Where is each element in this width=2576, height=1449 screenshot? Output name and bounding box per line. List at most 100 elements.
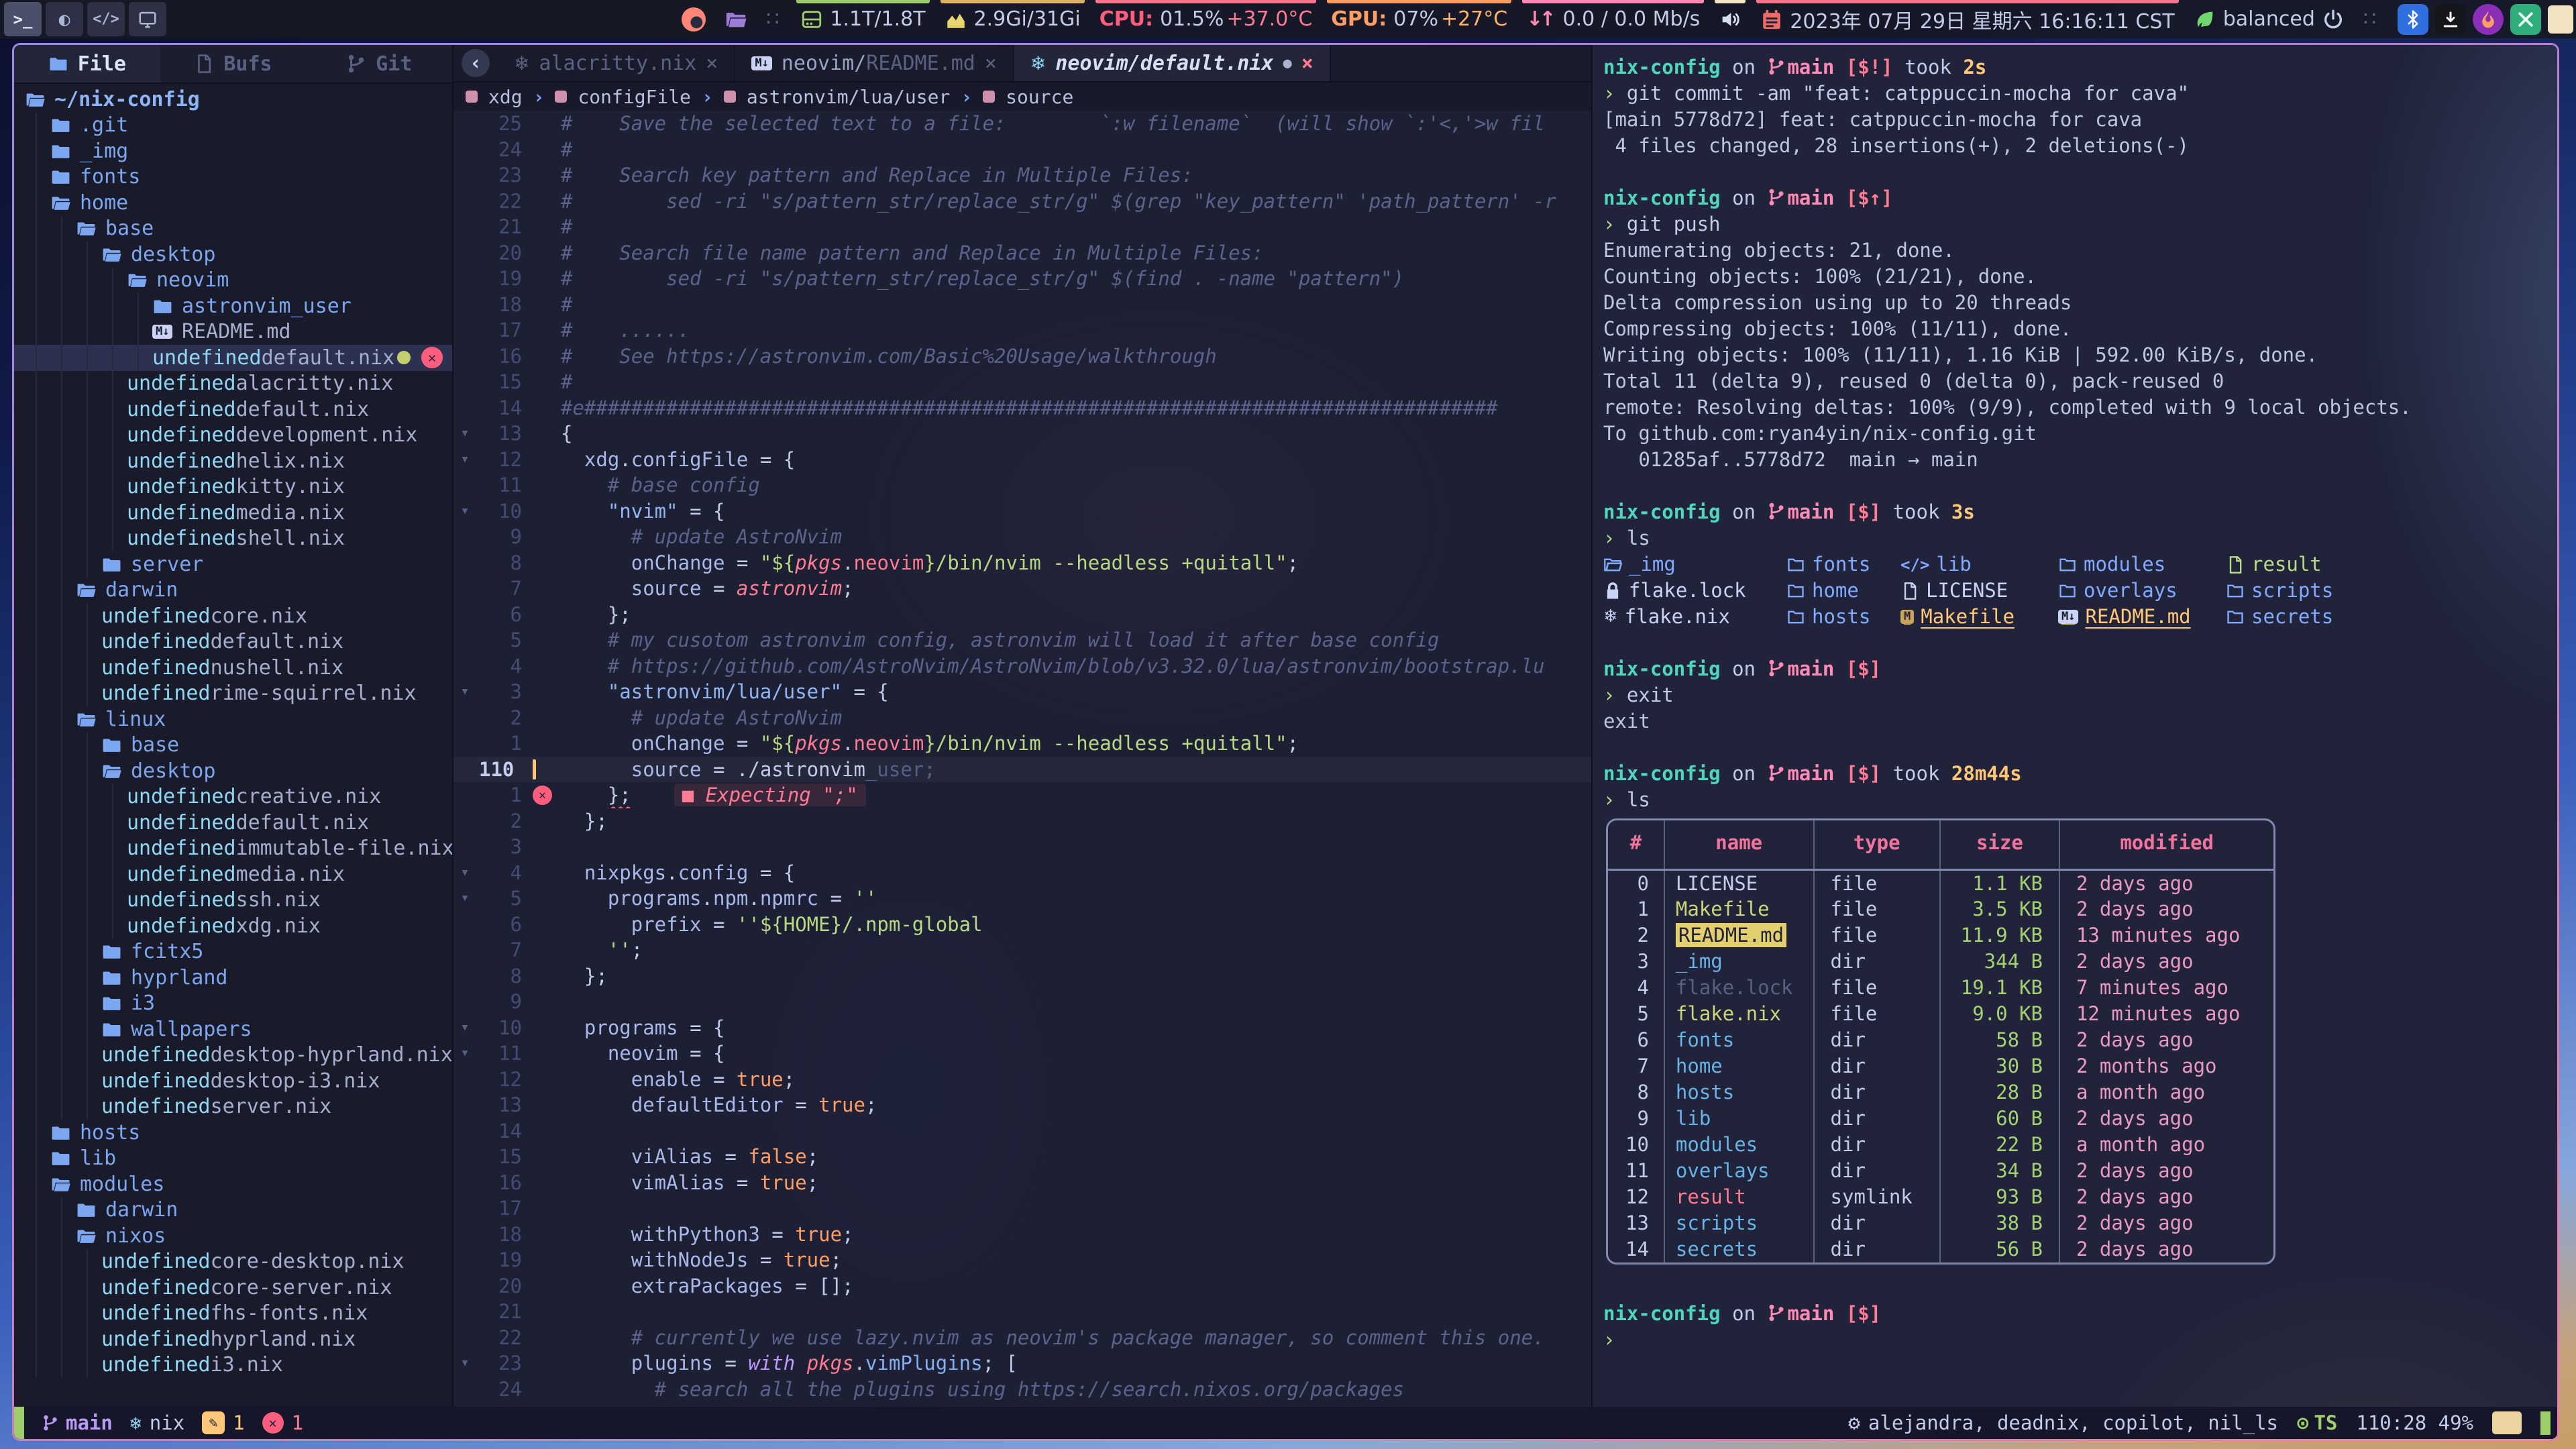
code-line[interactable]: 6 };: [453, 602, 1591, 628]
tree-item-desktop-hyprland.nix[interactable]: undefineddesktop-hyprland.nix: [14, 1042, 452, 1069]
volume-module[interactable]: [1719, 0, 1741, 38]
tree-item-hyprland[interactable]: hyprland: [14, 965, 452, 991]
tab-git[interactable]: Git: [306, 45, 452, 83]
terminal-pane[interactable]: nix-config on main [$!] took 2s› git com…: [1591, 45, 2557, 1439]
tree-item-media.nix[interactable]: undefinedmedia.nix: [14, 861, 452, 888]
tree-item-.git[interactable]: .git: [14, 113, 452, 139]
network-module[interactable]: ↓↑ 0.0 / 0.0 Mb/s: [1526, 0, 1700, 38]
code-line[interactable]: ▾13{: [453, 421, 1591, 447]
battery-tray-icon[interactable]: [2548, 5, 2573, 34]
bluetooth-icon[interactable]: [2398, 4, 2428, 35]
code-line[interactable]: 7 '';: [453, 937, 1591, 963]
workspace-button-browser[interactable]: ◐: [46, 2, 83, 36]
fold-marker[interactable]: ▾: [453, 885, 476, 912]
tree-item-helix.nix[interactable]: undefinedhelix.nix: [14, 448, 452, 474]
code-line[interactable]: 8 };: [453, 963, 1591, 989]
tree-item-hyprland.nix[interactable]: undefinedhyprland.nix: [14, 1326, 452, 1352]
close-icon[interactable]: ×: [985, 52, 997, 75]
disk-module[interactable]: 1.1T/1.8T: [800, 0, 925, 38]
code-line[interactable]: ▾10 programs = {: [453, 1015, 1591, 1041]
code-line[interactable]: 23# Search key pattern and Replace in Mu…: [453, 162, 1591, 189]
tree-item-darwin[interactable]: darwin: [14, 578, 452, 604]
tree-item-i3[interactable]: i3: [14, 991, 452, 1017]
tree-item-development.nix[interactable]: undefineddevelopment.nix: [14, 423, 452, 449]
code-line[interactable]: 24#: [453, 137, 1591, 163]
back-button[interactable]: ‹: [462, 49, 490, 77]
tree-item-media.nix[interactable]: undefinedmedia.nix: [14, 500, 452, 526]
statusline-diagnostic-warn[interactable]: ✎ 1: [202, 1411, 244, 1434]
code-line[interactable]: ▾12 xdg.configFile = {: [453, 447, 1591, 473]
tree-item-neovim[interactable]: neovim: [14, 268, 452, 294]
tree-item-hosts[interactable]: hosts: [14, 1120, 452, 1146]
statusline-branch[interactable]: main: [42, 1411, 113, 1434]
tree-item-default.nix[interactable]: undefineddefault.nix: [14, 396, 452, 423]
tree-item-fonts[interactable]: fonts: [14, 164, 452, 191]
code-line[interactable]: ▾4 nixpkgs.config = {: [453, 860, 1591, 886]
memory-module[interactable]: 2.9Gi/31Gi: [945, 0, 1081, 38]
cpu-module[interactable]: CPU: 01.5%+37.0°C: [1099, 0, 1313, 38]
tree-item-_img[interactable]: _img: [14, 138, 452, 164]
fold-marker[interactable]: ▾: [453, 1350, 476, 1377]
code-line[interactable]: 21: [453, 1299, 1591, 1325]
code-line[interactable]: 12 enable = true;: [453, 1067, 1591, 1093]
tree-item-default.nix[interactable]: undefineddefault.nix: [14, 810, 452, 836]
code-line[interactable]: 1✕ };■ Expecting ";": [453, 782, 1591, 808]
fold-marker[interactable]: ▾: [453, 447, 476, 473]
recorder-tray-icon[interactable]: [682, 7, 706, 32]
tree-item-nushell.nix[interactable]: undefinednushell.nix: [14, 655, 452, 681]
tree-item-core.nix[interactable]: undefinedcore.nix: [14, 603, 452, 629]
statusline-diagnostic-error[interactable]: ✕ 1: [262, 1411, 303, 1434]
code-line[interactable]: 7 source = astronvim;: [453, 576, 1591, 602]
fold-marker[interactable]: ▾: [453, 1040, 476, 1067]
tree-item-darwin[interactable]: darwin: [14, 1197, 452, 1224]
code-line[interactable]: 1 onChange = "${pkgs.neovim}/bin/nvim --…: [453, 731, 1591, 757]
tree-item-README.md[interactable]: M↓README.md: [14, 319, 452, 345]
code-line[interactable]: 14: [453, 1118, 1591, 1144]
code-line[interactable]: 21#: [453, 214, 1591, 240]
code-line[interactable]: 9: [453, 989, 1591, 1015]
code-line[interactable]: 11 # base config: [453, 472, 1591, 498]
code-line[interactable]: 24 # search all the plugins using https:…: [453, 1377, 1591, 1403]
code-line[interactable]: 14#e####################################…: [453, 395, 1591, 421]
code-line[interactable]: 2 };: [453, 808, 1591, 835]
code-line[interactable]: 18#: [453, 292, 1591, 318]
close-icon[interactable]: ×: [706, 52, 718, 75]
tree-item-ssh.nix[interactable]: undefinedssh.nix: [14, 888, 452, 914]
code-line[interactable]: 16 vimAlias = true;: [453, 1170, 1591, 1196]
workspace-button-monitor[interactable]: [129, 2, 166, 36]
tab-file[interactable]: File: [14, 45, 160, 83]
fold-marker[interactable]: ▾: [453, 679, 476, 705]
buffer-tab-default-nix[interactable]: ❄ neovim/default.nix ● ×: [1014, 45, 1331, 81]
tree-item-xdg.nix[interactable]: undefinedxdg.nix: [14, 913, 452, 939]
tree-item-server.nix[interactable]: undefinedserver.nix: [14, 1094, 452, 1120]
code-line[interactable]: 17# ......: [453, 317, 1591, 343]
code-buffer[interactable]: 25# Save the selected text to a file: `:…: [453, 111, 1591, 1439]
buffer-tab-readme-md[interactable]: M↓ neovim/README.md ×: [735, 45, 1014, 81]
tab-bufs[interactable]: Bufs: [160, 45, 307, 83]
tree-item-wallpapers[interactable]: wallpapers: [14, 1016, 452, 1042]
downloader-tray-icon[interactable]: [2435, 4, 2466, 35]
power-icon[interactable]: [2322, 8, 2345, 31]
tree-item-~/nix-config[interactable]: ~/nix-config: [14, 87, 452, 113]
breadcrumb-segment[interactable]: source: [1006, 86, 1073, 108]
code-line[interactable]: 9 # update AstroNvim: [453, 524, 1591, 550]
fold-marker[interactable]: ▾: [453, 1015, 476, 1041]
fold-marker[interactable]: ▾: [453, 860, 476, 886]
tree-item-immutable-file.nix[interactable]: undefinedimmutable-file.nix: [14, 836, 452, 862]
code-line[interactable]: ▾5 programs.npm.npmrc = '': [453, 885, 1591, 912]
code-line[interactable]: ▾23 plugins = with pkgs.vimPlugins; [: [453, 1350, 1591, 1377]
tree-item-kitty.nix[interactable]: undefinedkitty.nix: [14, 474, 452, 500]
code-line[interactable]: 19# sed -ri "s/pattern_str/replace_str/g…: [453, 266, 1591, 292]
tree-item-default.nix[interactable]: undefineddefault.nix✕: [14, 345, 452, 371]
flame-tray-icon[interactable]: [2473, 4, 2504, 35]
code-line[interactable]: 19 withNodeJs = true;: [453, 1247, 1591, 1273]
code-line[interactable]: 6 prefix = ''${HOME}/.npm-global: [453, 912, 1591, 938]
gpu-module[interactable]: GPU: 07%+27°C: [1331, 0, 1507, 38]
code-line[interactable]: 3: [453, 834, 1591, 860]
green-app-tray-icon[interactable]: [2510, 4, 2541, 35]
tree-item-alacritty.nix[interactable]: undefinedalacritty.nix: [14, 371, 452, 397]
fold-marker[interactable]: ▾: [453, 421, 476, 447]
tree-item-server[interactable]: server: [14, 551, 452, 578]
code-line[interactable]: 110 source = ./astronvim_user;: [453, 757, 1591, 783]
tree-item-rime-squirrel.nix[interactable]: undefinedrime-squirrel.nix: [14, 681, 452, 707]
